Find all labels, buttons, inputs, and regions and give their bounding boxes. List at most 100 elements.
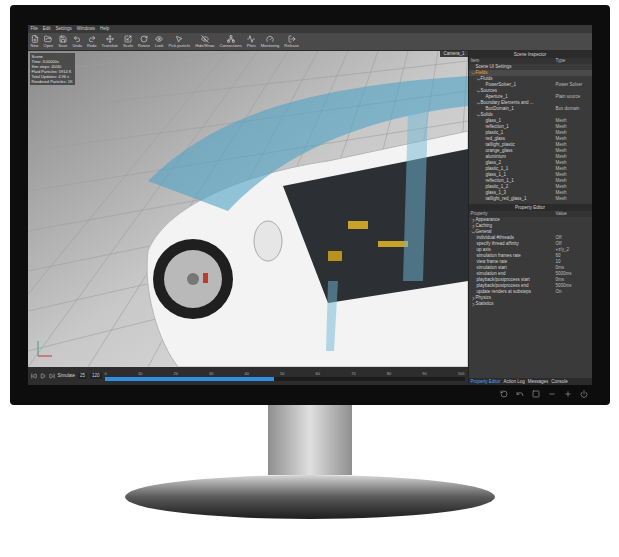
expand-icon[interactable] xyxy=(471,71,476,76)
viewport[interactable]: SceneTime: 3.00000sSim steps: 40/40Fluid… xyxy=(28,51,468,367)
tree-item[interactable]: glass_2Mesh xyxy=(469,160,592,166)
property-row[interactable]: playback/postprocess start0ms xyxy=(469,277,592,283)
tree-item[interactable]: Boundary Elements and ... xyxy=(469,100,592,106)
property-group-header[interactable]: Physics xyxy=(469,295,592,301)
tree-item[interactable]: taillight_red_glass_1Mesh xyxy=(469,196,592,202)
property-group-header[interactable]: Caching xyxy=(469,223,592,229)
menu-item[interactable]: Help xyxy=(100,26,109,33)
tree-item[interactable]: Fields xyxy=(469,70,592,76)
toolbar-button[interactable]: Plots xyxy=(246,35,257,48)
tree-item[interactable]: glass_1_3Mesh xyxy=(469,190,592,196)
tree-item[interactable]: taillight_plasticMesh xyxy=(469,142,592,148)
expand-icon[interactable] xyxy=(471,296,476,301)
menu-item[interactable]: File xyxy=(31,26,38,33)
back-icon[interactable] xyxy=(516,390,524,398)
car-simulation-render xyxy=(28,51,468,367)
tree-item[interactable]: plastic_1Mesh xyxy=(469,130,592,136)
bottom-tab[interactable]: Messages xyxy=(528,379,549,385)
tree-item[interactable]: BoxDomain_1Box domain xyxy=(469,106,592,112)
property-row[interactable]: playback/postprocess end5000ms xyxy=(469,283,592,289)
property-editor-header: Property Editor xyxy=(469,204,592,211)
stats-overlay: SceneTime: 3.00000sSim steps: 40/40Fluid… xyxy=(30,53,75,85)
expand-icon[interactable] xyxy=(471,302,476,307)
tree-item[interactable]: aluminiumMesh xyxy=(469,154,592,160)
stats-line: Time: 3.00000s xyxy=(32,59,73,64)
toolbar-button[interactable]: Save xyxy=(57,35,68,48)
tree-item[interactable]: red_glassMesh xyxy=(469,136,592,142)
tree-item[interactable]: Solids xyxy=(469,112,592,118)
rotate-icon[interactable] xyxy=(500,390,508,398)
toolbar-button[interactable]: Monitoring xyxy=(260,35,281,48)
minus-icon[interactable] xyxy=(548,390,556,398)
tree-item[interactable]: Aperture_1Plain source xyxy=(469,94,592,100)
tree-item[interactable]: reflection_1Mesh xyxy=(469,124,592,130)
property-group-header[interactable]: General xyxy=(469,229,592,235)
bottom-tab[interactable]: Console xyxy=(551,379,568,385)
expand-icon[interactable] xyxy=(476,89,481,94)
menu-item[interactable]: Edit xyxy=(43,26,51,33)
play-icon[interactable] xyxy=(40,373,46,379)
stats-line: Fluid Particles: 5914 K xyxy=(32,69,73,74)
forward-icon[interactable] xyxy=(49,373,55,379)
plus-icon[interactable] xyxy=(564,390,572,398)
camera-tab[interactable]: Camera_1 xyxy=(440,51,467,57)
tree-item[interactable]: reflection_1_1Mesh xyxy=(469,178,592,184)
tool-icon xyxy=(288,35,296,43)
property-row[interactable]: view frame rate10 xyxy=(469,259,592,265)
stats-line: Total Updates: 4.96 s xyxy=(32,74,73,79)
expand-icon[interactable] xyxy=(471,230,476,235)
bottom-tab[interactable]: Action Log xyxy=(504,379,525,385)
timeline-track[interactable]: 0102030405060708090100 xyxy=(105,371,465,381)
timeline-tick: 30 xyxy=(209,371,213,376)
property-row[interactable]: simulation start0ms xyxy=(469,265,592,271)
property-row[interactable]: individual #threadsOff xyxy=(469,235,592,241)
toolbar-button[interactable]: Pick particle xyxy=(168,35,192,48)
expand-icon[interactable] xyxy=(471,224,476,229)
toolbar-button[interactable]: Open xyxy=(43,35,55,48)
property-group-header[interactable]: Statistics xyxy=(469,301,592,307)
end-field[interactable]: 120 xyxy=(90,373,102,380)
tool-icon xyxy=(247,35,255,43)
power-icon[interactable] xyxy=(580,390,588,398)
expand-icon[interactable] xyxy=(476,113,481,118)
expand-icon[interactable] xyxy=(476,77,481,82)
menu-item[interactable]: Settings xyxy=(56,26,72,33)
toolbar-button[interactable]: Redo xyxy=(86,35,98,48)
tree-item[interactable]: plastic_1_1Mesh xyxy=(469,166,592,172)
property-row[interactable]: simulation end5000ms xyxy=(469,271,592,277)
property-row[interactable]: up axis+z/y_2 xyxy=(469,247,592,253)
toolbar-button[interactable]: Translate xyxy=(101,35,120,48)
right-panel: Scene InspectorItemTypeScene UI Settings… xyxy=(468,51,592,385)
tool-icon xyxy=(155,35,163,43)
bottom-tab[interactable]: Property Editor xyxy=(471,379,501,385)
toolbar-button[interactable]: Release xyxy=(283,35,300,48)
property-row[interactable]: update renders at substepsOn xyxy=(469,289,592,295)
tool-icon xyxy=(227,35,235,43)
expand-icon[interactable] xyxy=(476,101,481,106)
expand-icon[interactable] xyxy=(471,218,476,223)
tree-item[interactable]: orange_glassMesh xyxy=(469,148,592,154)
square-icon[interactable] xyxy=(532,390,540,398)
toolbar-button[interactable]: Undo xyxy=(71,35,83,48)
tree-item[interactable]: plastic_1_2Mesh xyxy=(469,184,592,190)
start-field[interactable]: 25 xyxy=(78,373,87,380)
mode-label[interactable]: Simulate xyxy=(58,373,76,380)
property-row[interactable]: simulation frames rate60 xyxy=(469,253,592,259)
menu-item[interactable]: Windows xyxy=(77,26,95,33)
tree-item[interactable]: glass_1_1Mesh xyxy=(469,172,592,178)
toolbar-button[interactable]: Hide/Show xyxy=(194,35,215,48)
toolbar-button[interactable]: Scale xyxy=(122,35,134,48)
tree-item[interactable]: PowerSolver_1Power Solver xyxy=(469,82,592,88)
property-group-header[interactable]: Appearance xyxy=(469,217,592,223)
rewind-icon[interactable] xyxy=(31,373,37,379)
toolbar-button[interactable]: Look xyxy=(154,35,165,48)
timeline-tick: 40 xyxy=(245,371,249,376)
toolbar-button[interactable]: Connections xyxy=(219,35,243,48)
timeline-tick: 0 xyxy=(105,371,107,376)
tree-item[interactable]: glass_1Mesh xyxy=(469,118,592,124)
toolbar-button[interactable]: Rotate xyxy=(137,35,151,48)
property-row[interactable]: specify thread affinityOff xyxy=(469,241,592,247)
tree-item[interactable]: Fluids xyxy=(469,76,592,82)
toolbar-button[interactable]: New xyxy=(30,35,40,48)
tree-item[interactable]: Sources xyxy=(469,88,592,94)
